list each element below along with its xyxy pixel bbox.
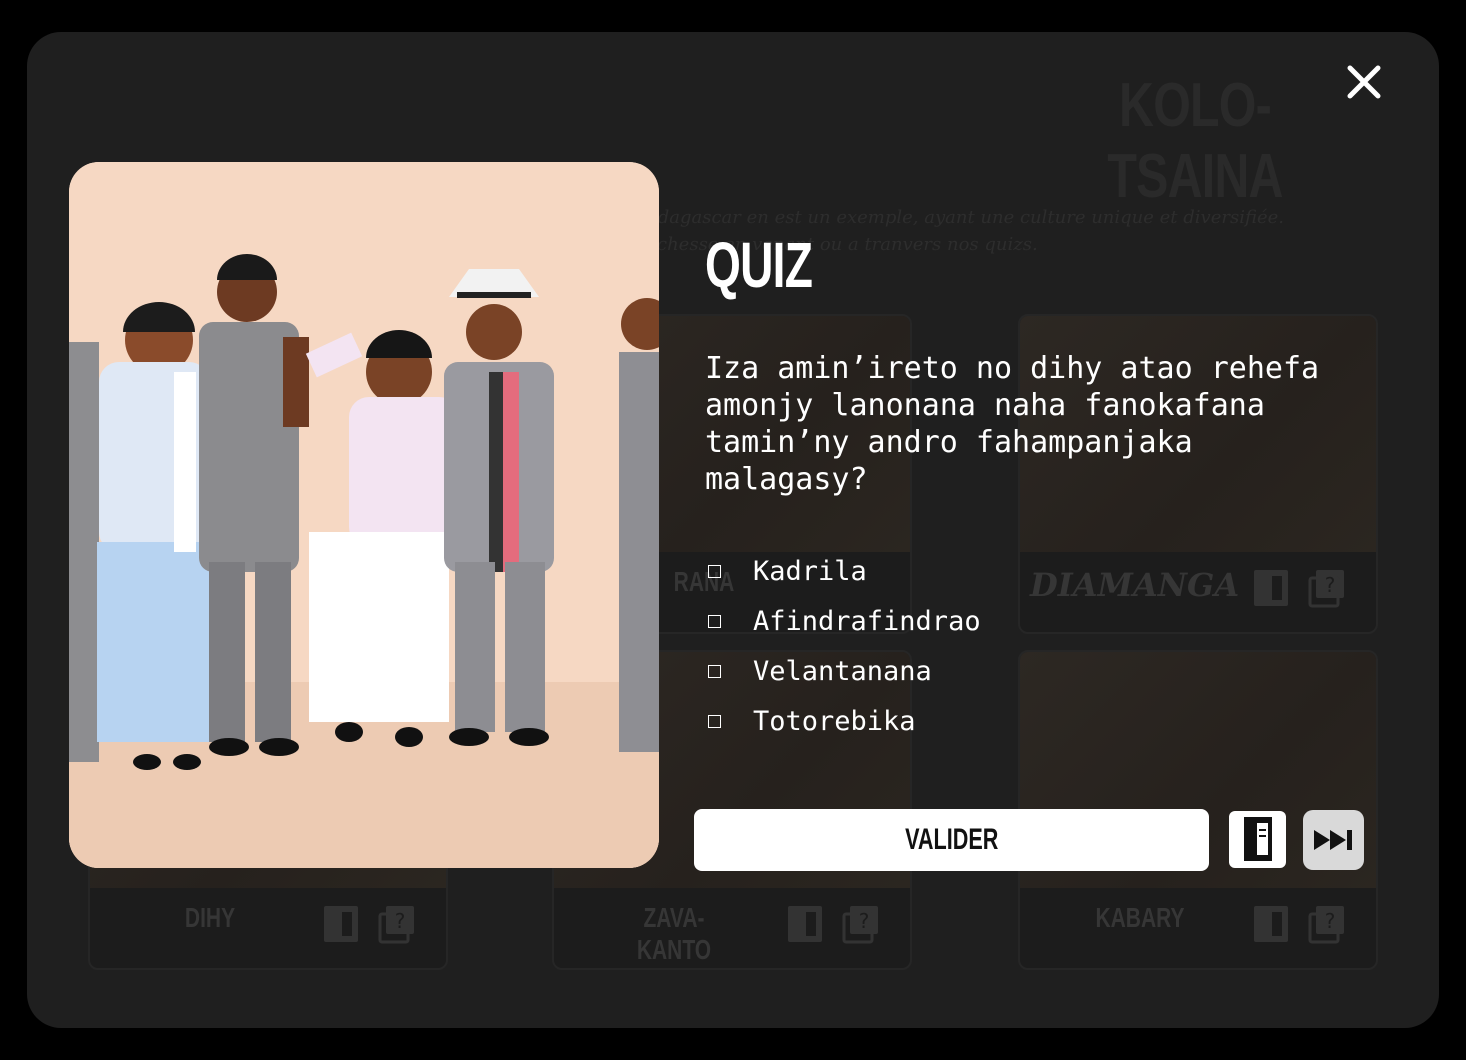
quiz-illustration-dancers <box>69 162 659 868</box>
checkbox[interactable] <box>708 664 721 678</box>
skip-next-icon <box>1313 830 1352 850</box>
book-icon[interactable] <box>1250 904 1292 944</box>
close-icon <box>1347 65 1381 99</box>
checkbox[interactable] <box>708 614 721 628</box>
quiz-icon[interactable]: ? <box>840 904 882 944</box>
answer-option[interactable]: Totorebika <box>708 696 1128 746</box>
background-page-title: KOLO-TSAINA <box>1107 71 1283 211</box>
book-icon[interactable] <box>784 904 826 944</box>
book-icon[interactable] <box>1250 568 1292 608</box>
card-label: ZAVA-KANTO <box>636 902 712 965</box>
answer-options: Kadrila Afindrafindrao Velantanana Totor… <box>708 546 1128 746</box>
svg-text:?: ? <box>859 909 870 933</box>
validate-button[interactable]: VALIDER <box>694 809 1209 871</box>
close-button[interactable] <box>1340 58 1388 106</box>
quiz-icon[interactable]: ? <box>1306 904 1348 944</box>
quiz-icon[interactable]: ? <box>1306 568 1348 608</box>
validate-button-label: VALIDER <box>904 823 999 856</box>
answer-label: Velantanana <box>753 655 932 687</box>
quiz-question: Iza amin’ireto no dihy atao rehefa amonj… <box>705 351 1320 497</box>
book-icon[interactable] <box>320 904 362 944</box>
svg-text:?: ? <box>1325 573 1336 597</box>
answer-label: Kadrila <box>753 555 867 587</box>
checkbox[interactable] <box>708 714 721 728</box>
answer-label: Afindrafindrao <box>753 605 981 637</box>
background-intro-line: adagascar en est un exemple, ayant une c… <box>647 207 1284 228</box>
answer-option[interactable]: Afindrafindrao <box>708 596 1128 646</box>
quiz-title: QUIZ <box>705 229 813 301</box>
answer-option[interactable]: Velantanana <box>708 646 1128 696</box>
answer-option[interactable]: Kadrila <box>708 546 1128 596</box>
document-button[interactable] <box>1229 811 1286 868</box>
card-label: KABARY <box>1095 902 1185 933</box>
quiz-icon[interactable]: ? <box>376 904 418 944</box>
answer-label: Totorebika <box>753 705 916 737</box>
checkbox[interactable] <box>708 564 721 578</box>
document-icon <box>1244 817 1272 861</box>
svg-text:?: ? <box>1325 909 1336 933</box>
card-label: DIHY <box>184 902 236 933</box>
svg-text:?: ? <box>395 909 406 933</box>
skip-button[interactable] <box>1303 810 1364 870</box>
